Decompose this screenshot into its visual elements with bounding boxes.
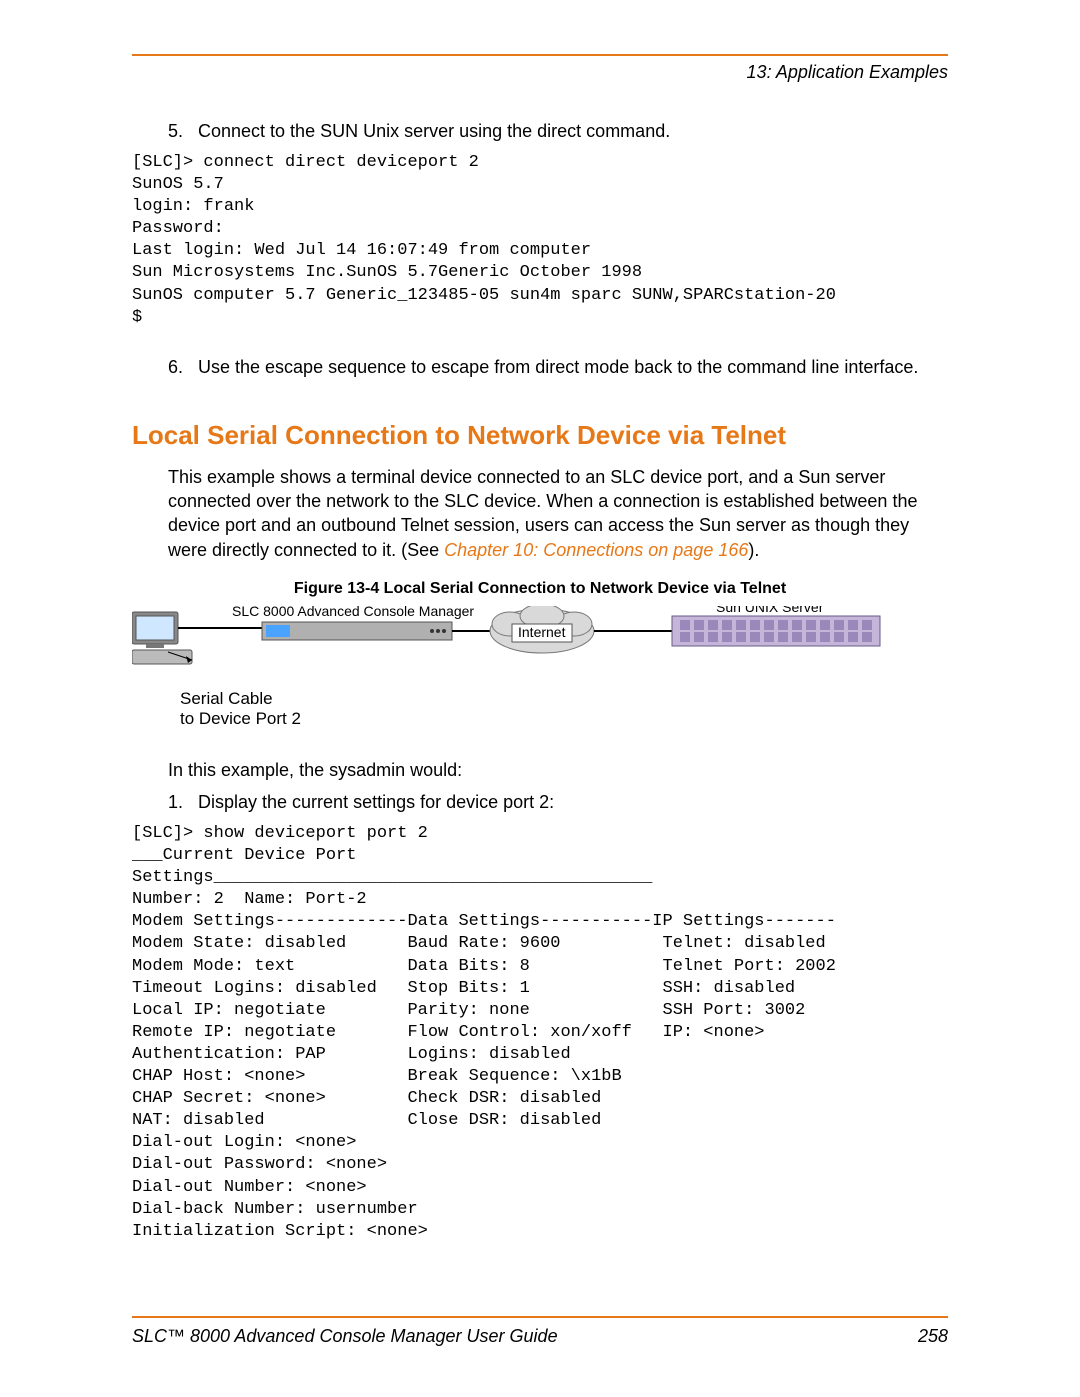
step-5: 5. Connect to the SUN Unix server using … (168, 121, 948, 142)
figure-caption: Figure 13-4 Local Serial Connection to N… (132, 580, 948, 598)
page-footer: SLC™ 8000 Advanced Console Manager User … (132, 1316, 948, 1347)
section-heading: Local Serial Connection to Network Devic… (132, 420, 948, 451)
footer-title: SLC™ 8000 Advanced Console Manager User … (132, 1326, 558, 1347)
step-text: Display the current settings for device … (198, 792, 948, 813)
step-6: 6. Use the escape sequence to escape fro… (168, 357, 948, 378)
server-label: Sun UNIX Server (716, 606, 824, 615)
internet-label: Internet (518, 624, 566, 640)
intro-paragraph: This example shows a terminal device con… (168, 465, 948, 562)
console-label: SLC 8000 Advanced Console Manager (232, 606, 474, 619)
figure-sub-2: to Device Port 2 (180, 709, 948, 729)
step-c1: 1. Display the current settings for devi… (168, 792, 948, 813)
step-text: Use the escape sequence to escape from d… (198, 357, 948, 378)
chapter-header: 13: Application Examples (132, 62, 948, 83)
cross-reference-link[interactable]: Chapter 10: Connections on page 166 (444, 540, 748, 560)
header-rule (132, 54, 948, 56)
step-number: 6. (168, 357, 198, 378)
code-block-1: [SLC]> connect direct deviceport 2 SunOS… (132, 152, 948, 329)
step-text: Connect to the SUN Unix server using the… (198, 121, 948, 142)
intro-tail: ). (748, 540, 759, 560)
footer-page-number: 258 (918, 1326, 948, 1347)
code-block-2: [SLC]> show deviceport port 2 ___Current… (132, 823, 948, 1243)
figure-diagram: SLC 8000 Advanced Console Manager Intern… (132, 606, 948, 681)
paragraph-2: In this example, the sysadmin would: (168, 758, 948, 782)
figure-sub-1: Serial Cable (180, 689, 948, 709)
step-number: 5. (168, 121, 198, 142)
footer-rule (132, 1316, 948, 1318)
step-number: 1. (168, 792, 198, 813)
